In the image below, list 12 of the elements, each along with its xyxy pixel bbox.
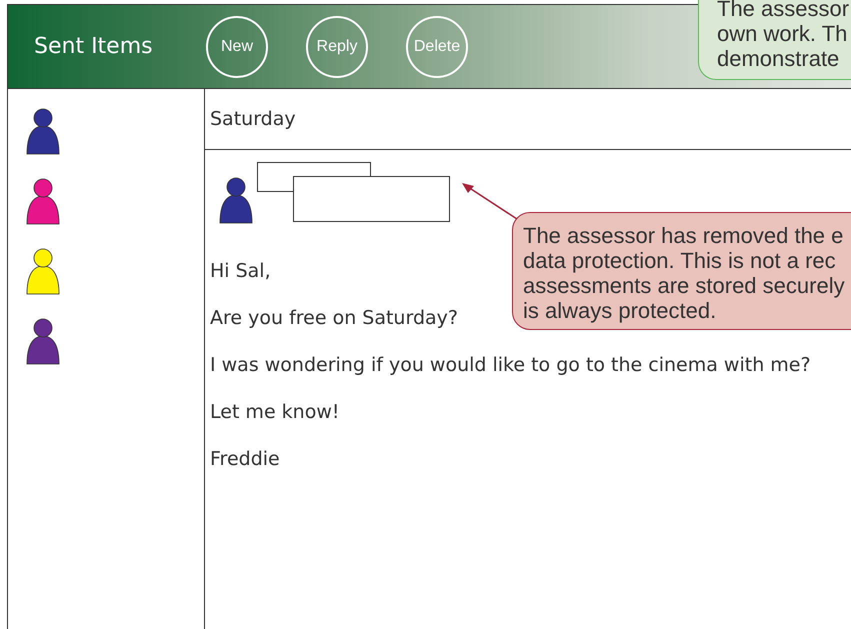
folder-title: Sent Items — [34, 34, 154, 59]
message-text: Freddie — [210, 448, 280, 470]
subject-text: Saturday — [210, 108, 296, 130]
toolbar-button[interactable]: Reply — [306, 16, 368, 78]
toolbar-button[interactable]: Delete — [406, 16, 468, 78]
message-text: Hi Sal, — [210, 260, 271, 282]
message-text: I was wondering if you would like to go to the cinema with me? — [210, 354, 811, 376]
message-text: Let me know! — [210, 401, 340, 423]
message-text: Are you free on Saturday? — [210, 307, 458, 329]
assessor-note: The assessor has removed the e data protection. This is not a rec assessments are stored securely is always protected. — [512, 212, 851, 330]
toolbar-button[interactable]: New — [206, 16, 268, 78]
assessor-note: The assessor own work. Th demonstrate — [698, 0, 851, 80]
